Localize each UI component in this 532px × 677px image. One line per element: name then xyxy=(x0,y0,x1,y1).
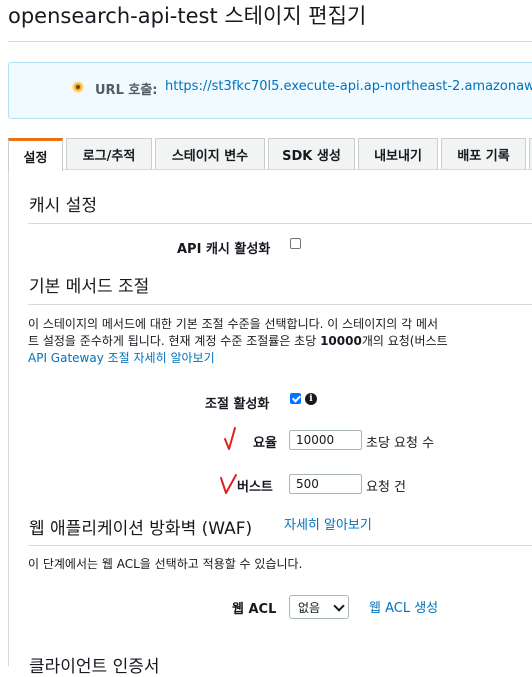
web-acl-select[interactable]: 없음 xyxy=(289,595,349,619)
rate-label: 요율 xyxy=(253,436,277,451)
web-acl-label: 웹 ACL xyxy=(232,602,277,617)
throttling-description-line1: 이 스테이지의 메서드에 대한 기본 조절 수준을 선택합니다. 이 스테이지의… xyxy=(28,317,439,331)
waf-learn-more-link[interactable]: 자세히 알아보기 xyxy=(284,517,372,534)
invoke-url-label: URL 호출: xyxy=(95,83,158,98)
throttling-divider xyxy=(28,304,532,305)
tab-stage-variables[interactable]: 스테이지 변수 xyxy=(155,138,265,169)
waf-section-title: 웹 애플리케이션 방화벽 (WAF) xyxy=(29,519,253,539)
web-acl-selected-value: 없음 xyxy=(298,601,321,615)
chevron-down-icon xyxy=(333,600,345,612)
tab-logs-tracing[interactable]: 로그/추적 xyxy=(66,138,152,169)
throttling-enable-checkbox[interactable] xyxy=(290,393,301,404)
waf-divider xyxy=(28,545,532,546)
tab-settings[interactable]: 설정 xyxy=(8,138,63,171)
throttling-description-line2: 트 설정을 준수하게 됩니다. 현재 계정 수준 조절률은 초당 10000개의… xyxy=(28,334,448,348)
tab-export[interactable]: 내보내기 xyxy=(358,138,438,169)
rate-input[interactable] xyxy=(289,430,362,450)
create-web-acl-link[interactable]: 웹 ACL 생성 xyxy=(369,600,438,617)
burst-input[interactable] xyxy=(289,474,362,494)
throttling-enable-label: 조절 활성화 xyxy=(205,397,270,412)
info-dot-icon xyxy=(72,81,84,93)
handwritten-check-icon xyxy=(224,427,236,450)
invoke-url-link[interactable]: https://st3fkc70l5.execute-api.ap-northe… xyxy=(165,79,532,94)
api-cache-checkbox[interactable] xyxy=(290,238,301,249)
burst-label: 버스트 xyxy=(237,480,273,495)
stage-tabs: 설정 로그/추적 스테이지 변수 SDK 생성 내보내기 배포 기록 xyxy=(8,138,532,171)
invoke-url-banner: URL 호출: https://st3fkc70l5.execute-api.a… xyxy=(8,62,532,119)
cache-section-title: 캐시 설정 xyxy=(29,196,97,216)
cache-divider xyxy=(28,223,532,224)
handwritten-check-icon xyxy=(220,474,237,494)
page-title: opensearch-api-test 스테이지 편집기 xyxy=(8,4,367,28)
throttling-section-title: 기본 메서드 조절 xyxy=(29,277,150,297)
api-cache-label: API 캐시 활성화 xyxy=(177,242,271,257)
rate-unit: 초당 요청 수 xyxy=(366,436,435,451)
waf-description: 이 단계에서는 웹 ACL을 선택하고 적용할 수 있습니다. xyxy=(28,557,303,571)
title-divider xyxy=(8,41,532,42)
tab-sdk-generation[interactable]: SDK 생성 xyxy=(268,138,355,169)
tab-deployment-history[interactable]: 배포 기록 xyxy=(441,138,526,169)
burst-unit: 요청 건 xyxy=(366,480,407,495)
info-icon[interactable]: i xyxy=(305,393,317,405)
client-cert-section-title: 클라이언트 인증서 xyxy=(29,657,160,677)
throttling-learn-more-link[interactable]: API Gateway 조절 자세히 알아보기 xyxy=(28,350,215,367)
